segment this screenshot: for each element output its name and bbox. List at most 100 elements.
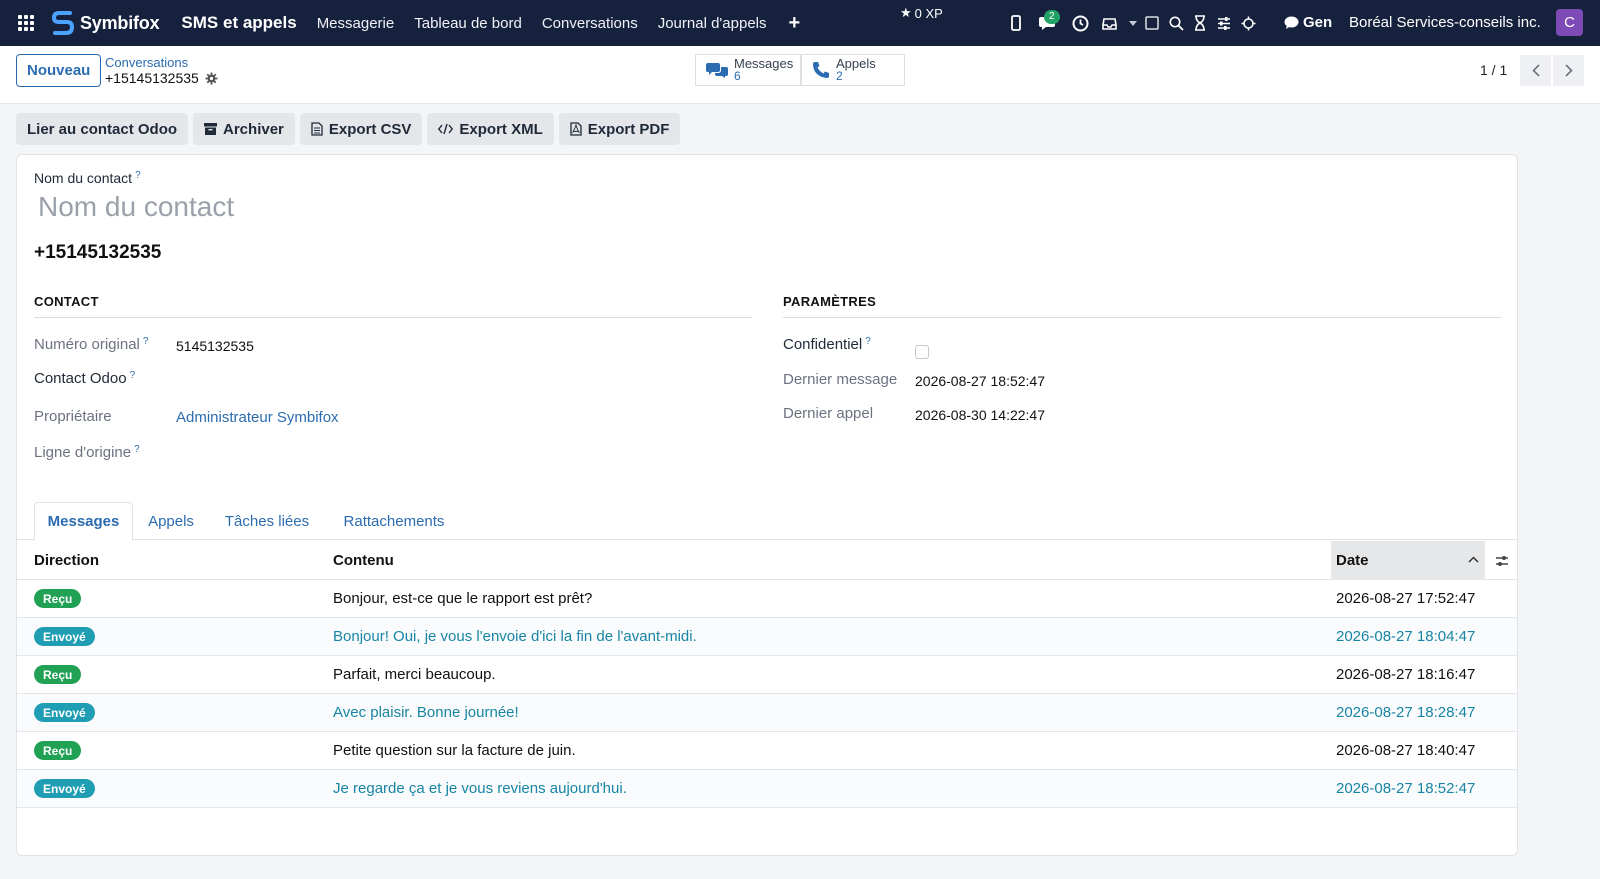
message-date: 2026-08-27 18:28:47 bbox=[1336, 704, 1476, 721]
phone-number-title: +15145132535 bbox=[34, 242, 162, 263]
notebook-tabs: Messages Appels Tâches liées Rattachemen… bbox=[17, 502, 1517, 541]
xp-counter[interactable]: ★ 0 XP bbox=[900, 5, 943, 21]
direction-badge: Reçu bbox=[34, 741, 82, 760]
optional-columns-icon[interactable] bbox=[1492, 541, 1512, 580]
column-direction[interactable]: Direction bbox=[34, 541, 99, 580]
hourglass-icon[interactable] bbox=[1188, 0, 1212, 46]
gear-icon[interactable] bbox=[205, 72, 218, 85]
help-icon[interactable]: ? bbox=[134, 444, 140, 455]
app-title[interactable]: SMS et appels bbox=[181, 13, 296, 33]
owner-link[interactable]: Administrateur Symbifox bbox=[176, 409, 339, 426]
table-header: Direction Contenu Date bbox=[17, 541, 1517, 580]
avatar-letter: C bbox=[1564, 14, 1575, 31]
tab-rattachements[interactable]: Rattachements bbox=[334, 502, 454, 541]
confidential-checkbox[interactable] bbox=[915, 345, 929, 359]
table-row[interactable]: Reçu Parfait, merci beaucoup. 2026-08-27… bbox=[17, 656, 1517, 694]
menu-tableau-de-bord[interactable]: Tableau de bord bbox=[414, 15, 522, 32]
contact-name-input[interactable]: Nom du contact bbox=[38, 191, 234, 223]
last-call-value: 2026-08-30 14:22:47 bbox=[915, 407, 1045, 423]
pager-next-button[interactable] bbox=[1553, 55, 1584, 86]
params-section-title: PARAMÈTRES bbox=[783, 294, 877, 309]
star-icon: ★ bbox=[900, 5, 912, 20]
message-content: Parfait, merci beaucoup. bbox=[333, 666, 496, 683]
breadcrumb-parent[interactable]: Conversations bbox=[105, 55, 188, 70]
message-content: Bonjour! Oui, je vous l'envoie d'ici la … bbox=[333, 628, 697, 645]
owner-label: Propriétaire bbox=[34, 408, 112, 425]
message-date: 2026-08-27 18:52:47 bbox=[1336, 780, 1476, 797]
comments-icon bbox=[706, 63, 728, 78]
gen-assistant-button[interactable]: Gen bbox=[1284, 14, 1332, 31]
table-row[interactable]: Envoyé Bonjour! Oui, je vous l'envoie d'… bbox=[17, 618, 1517, 656]
message-date: 2026-08-27 18:16:47 bbox=[1336, 666, 1476, 683]
brand-logo[interactable]: Symbifox bbox=[52, 10, 160, 36]
chat-icon[interactable]: 2 bbox=[1028, 0, 1068, 46]
menu-conversations[interactable]: Conversations bbox=[542, 15, 638, 32]
tab-taches-liees[interactable]: Tâches liées bbox=[217, 502, 317, 541]
file-pdf-icon bbox=[570, 122, 582, 136]
user-avatar[interactable]: C bbox=[1556, 9, 1583, 36]
chat-count-badge: 2 bbox=[1044, 10, 1060, 24]
caret-down-icon[interactable] bbox=[1126, 0, 1140, 46]
company-switcher[interactable]: Boréal Services-conseils inc. bbox=[1349, 14, 1541, 31]
app-menu-icon[interactable] bbox=[0, 0, 52, 46]
export-csv-button[interactable]: Export CSV bbox=[299, 113, 423, 145]
speech-bubble-icon bbox=[1284, 16, 1299, 29]
inbox-icon[interactable] bbox=[1092, 0, 1126, 46]
table-row[interactable]: Reçu Petite question sur la facture de j… bbox=[17, 732, 1517, 770]
new-button[interactable]: Nouveau bbox=[16, 54, 102, 87]
top-navbar: Symbifox SMS et appels Messagerie Tablea… bbox=[0, 0, 1600, 46]
last-message-value: 2026-08-27 18:52:47 bbox=[915, 373, 1045, 389]
export-xml-button[interactable]: Export XML bbox=[427, 113, 554, 145]
original-number-label: Numéro original? bbox=[34, 336, 149, 353]
file-text-icon bbox=[311, 122, 323, 136]
bug-icon[interactable] bbox=[1236, 0, 1260, 46]
gen-label: Gen bbox=[1303, 14, 1333, 31]
pager-value[interactable]: 1 / 1 bbox=[1480, 62, 1507, 78]
phone-icon[interactable] bbox=[1004, 0, 1028, 46]
menu-journal-appels[interactable]: Journal d'appels bbox=[658, 15, 767, 32]
column-date[interactable]: Date bbox=[1331, 541, 1485, 580]
original-number-value[interactable]: 5145132535 bbox=[176, 338, 254, 354]
help-icon[interactable]: ? bbox=[143, 336, 149, 347]
archive-icon bbox=[204, 123, 218, 135]
tab-messages[interactable]: Messages bbox=[34, 502, 133, 541]
add-menu-icon[interactable]: + bbox=[789, 12, 801, 35]
phone-call-icon bbox=[813, 62, 829, 78]
menu-messagerie[interactable]: Messagerie bbox=[317, 15, 395, 32]
messages-table: Direction Contenu Date Reçu Bonjour, est… bbox=[17, 541, 1517, 808]
help-icon[interactable]: ? bbox=[865, 336, 871, 347]
column-date-label: Date bbox=[1336, 552, 1369, 569]
message-date: 2026-08-27 18:40:47 bbox=[1336, 742, 1476, 759]
message-date: 2026-08-27 17:52:47 bbox=[1336, 590, 1476, 607]
breadcrumb-current-label: +15145132535 bbox=[105, 70, 199, 86]
contact-name-label: Nom du contact? bbox=[34, 170, 141, 186]
message-date: 2026-08-27 18:04:47 bbox=[1336, 628, 1476, 645]
messages-smart-button[interactable]: Messages 6 bbox=[695, 54, 801, 86]
help-icon[interactable]: ? bbox=[135, 170, 141, 181]
direction-badge: Envoyé bbox=[34, 703, 95, 722]
brand-s-icon bbox=[52, 11, 74, 35]
sort-ascending-icon bbox=[1468, 556, 1479, 563]
table-row[interactable]: Reçu Bonjour, est-ce que le rapport est … bbox=[17, 580, 1517, 618]
last-call-label: Dernier appel bbox=[783, 405, 874, 422]
link-odoo-contact-label: Lier au contact Odoo bbox=[27, 120, 178, 138]
export-pdf-button[interactable]: Export PDF bbox=[558, 113, 681, 145]
table-row[interactable]: Envoyé Avec plaisir. Bonne journée! 2026… bbox=[17, 694, 1517, 732]
column-content[interactable]: Contenu bbox=[333, 541, 394, 580]
table-row[interactable]: Envoyé Je regarde ça et je vous reviens … bbox=[17, 770, 1517, 808]
archive-button[interactable]: Archiver bbox=[193, 113, 295, 145]
message-content: Petite question sur la facture de juin. bbox=[333, 742, 576, 759]
link-odoo-contact-button[interactable]: Lier au contact Odoo bbox=[16, 113, 189, 145]
clock-icon[interactable] bbox=[1068, 0, 1092, 46]
tab-appels[interactable]: Appels bbox=[141, 502, 201, 541]
code-icon bbox=[438, 123, 454, 135]
help-icon[interactable]: ? bbox=[130, 370, 136, 381]
sliders-icon[interactable] bbox=[1212, 0, 1236, 46]
pager-previous-button[interactable] bbox=[1520, 55, 1551, 86]
calls-smart-count: 2 bbox=[836, 69, 843, 83]
search-icon[interactable] bbox=[1164, 0, 1188, 46]
calls-smart-button[interactable]: Appels 2 bbox=[801, 54, 905, 86]
chevron-right-icon bbox=[1564, 64, 1573, 77]
export-xml-label: Export XML bbox=[459, 120, 543, 138]
note-icon[interactable] bbox=[1140, 0, 1164, 46]
